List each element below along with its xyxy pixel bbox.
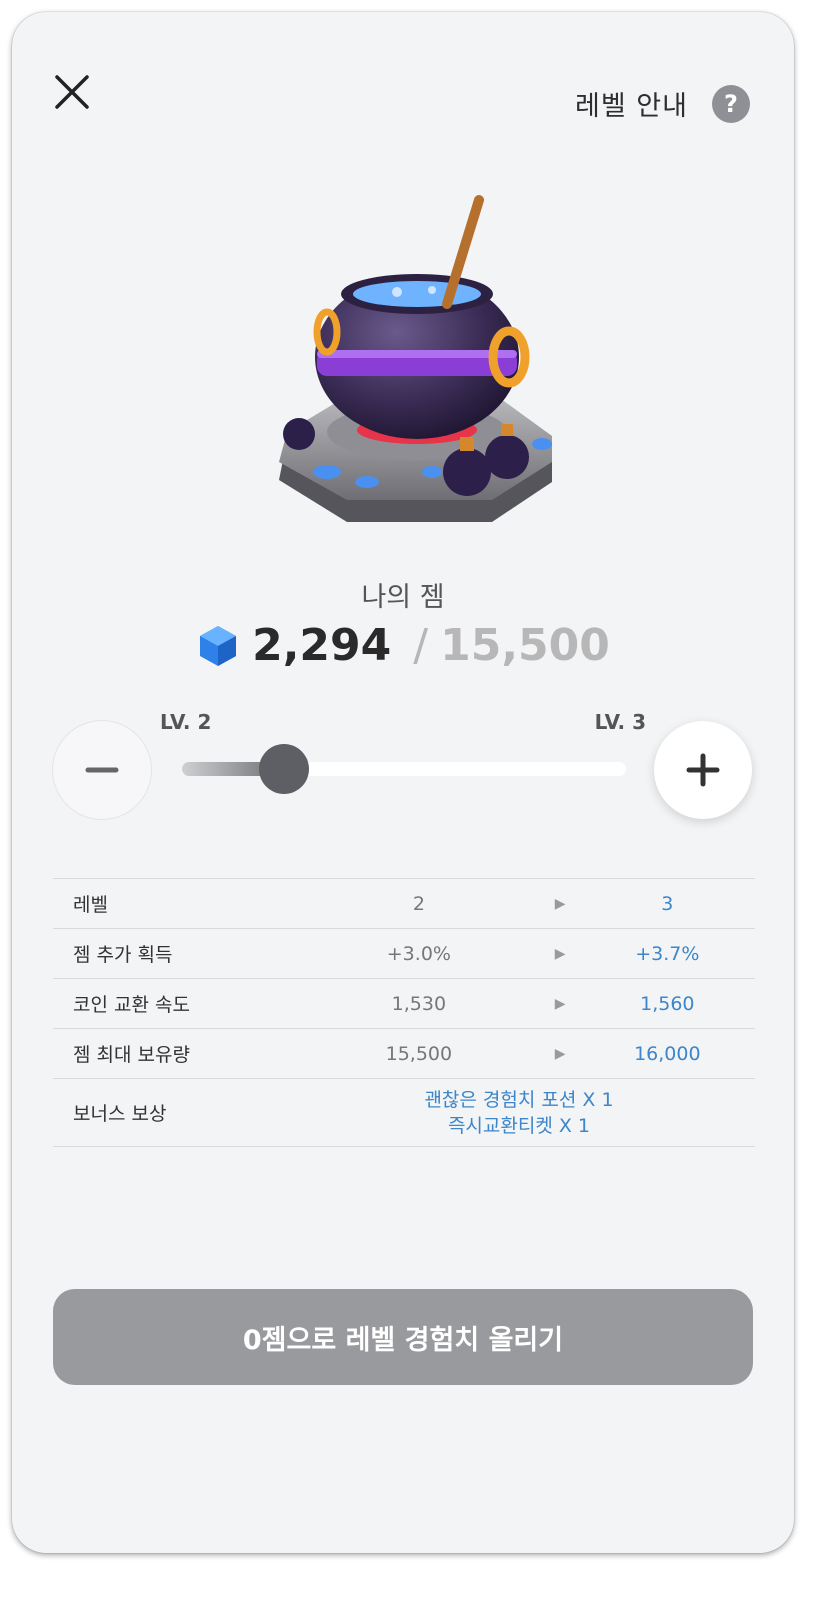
level-guide-label: 레벨 안내 xyxy=(575,91,688,122)
cauldron-illustration xyxy=(279,195,552,522)
gem-icon xyxy=(200,625,237,666)
stat-next: 1,560 xyxy=(640,992,695,1015)
current-level-label: LV. 2 xyxy=(160,710,212,734)
gem-max: 15,500 xyxy=(440,620,610,671)
stat-name: 젬 추가 획득 xyxy=(73,944,173,966)
stat-name: 보너스 보상 xyxy=(73,1103,167,1125)
gem-separator: / xyxy=(413,620,429,671)
stat-name: 젬 최대 보유량 xyxy=(73,1044,190,1066)
stat-current: 15,500 xyxy=(385,1042,453,1065)
stat-name: 코인 교환 속도 xyxy=(73,994,190,1016)
increase-level-button[interactable] xyxy=(654,721,752,819)
stat-next: 16,000 xyxy=(634,1042,701,1065)
level-guide-button[interactable]: 레벨 안내 ? xyxy=(575,84,750,123)
arrow-right-icon: ▶ xyxy=(554,1045,566,1062)
help-icon: ? xyxy=(712,84,750,123)
arrow-right-icon: ▶ xyxy=(554,895,566,912)
plus-icon xyxy=(686,753,720,787)
level-up-button[interactable]: 0젬으로 레벨 경험치 올리기 xyxy=(53,1289,753,1385)
stat-current: +3.0% xyxy=(386,942,451,965)
close-icon xyxy=(55,75,89,109)
level-stats-table: 레벨 2 ▶ 3 젬 추가 획득 +3.0% ▶ +3.7% 코인 교환 속도 … xyxy=(53,878,755,1147)
level-up-panel: 레벨 안내 ? 나의 젬 2,294 / 15,500 LV. 2 LV. 3 … xyxy=(12,12,794,1553)
stat-row-bonus-reward: 보너스 보상 괜찮은 경험치 포션 X 1 즉시교환티켓 X 1 xyxy=(53,1079,755,1147)
close-button[interactable] xyxy=(52,72,92,112)
stat-row-coin-exchange: 코인 교환 속도 1,530 ▶ 1,560 xyxy=(53,979,755,1029)
next-level-label: LV. 3 xyxy=(594,710,646,734)
stat-name: 레벨 xyxy=(73,894,108,916)
stat-current: 1,530 xyxy=(391,992,447,1015)
arrow-right-icon: ▶ xyxy=(554,945,566,962)
gem-current: 2,294 xyxy=(252,620,392,671)
level-slider-thumb[interactable] xyxy=(259,744,310,794)
decrease-level-button[interactable] xyxy=(53,721,151,819)
my-gem-label: 나의 젬 xyxy=(361,582,445,613)
gem-count: 2,294 / 15,500 xyxy=(12,620,794,671)
stat-next: 3 xyxy=(661,892,674,915)
arrow-right-icon: ▶ xyxy=(554,995,566,1012)
stat-row-level: 레벨 2 ▶ 3 xyxy=(53,879,755,929)
stat-next: +3.7% xyxy=(635,942,700,965)
bonus-reward-list: 괜찮은 경험치 포션 X 1 즉시교환티켓 X 1 xyxy=(303,1087,755,1139)
stat-current: 2 xyxy=(412,892,425,915)
stat-row-gem-bonus: 젬 추가 획득 +3.0% ▶ +3.7% xyxy=(53,929,755,979)
bonus-reward-item: 괜찮은 경험치 포션 X 1 xyxy=(424,1088,614,1111)
minus-icon xyxy=(85,767,119,773)
stat-row-gem-max: 젬 최대 보유량 15,500 ▶ 16,000 xyxy=(53,1029,755,1079)
bonus-reward-item: 즉시교환티켓 X 1 xyxy=(447,1114,591,1137)
level-slider[interactable] xyxy=(182,744,626,794)
